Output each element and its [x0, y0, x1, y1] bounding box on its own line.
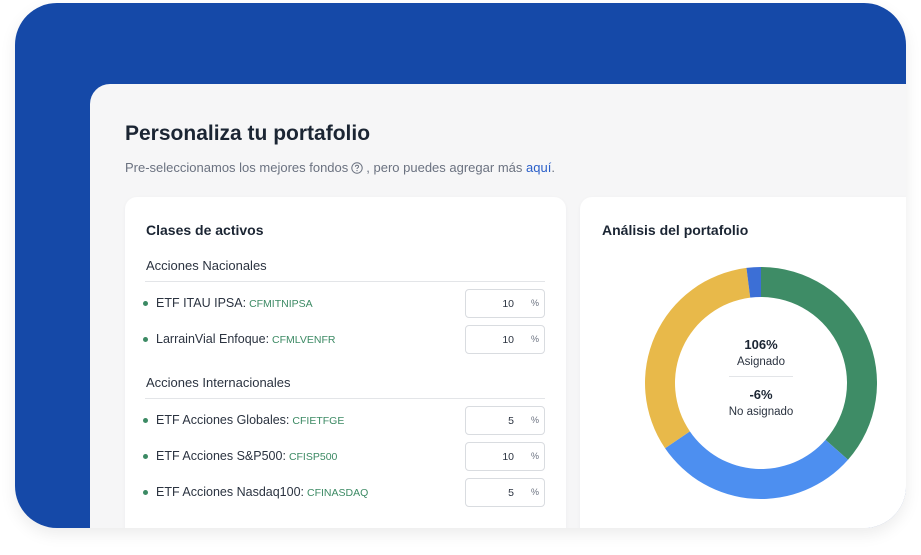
bullet-dot	[143, 454, 148, 459]
percent-unit: %	[530, 451, 539, 461]
percent-field: %	[465, 325, 545, 354]
center-divider	[729, 376, 793, 377]
percent-input[interactable]	[466, 443, 514, 470]
fund-name: LarrainVial Enfoque: CFMLVENFR	[156, 332, 336, 346]
subtitle-text: Pre-seleccionamos los mejores fondos	[125, 160, 349, 175]
percent-input[interactable]	[466, 326, 514, 353]
assigned-label: Asignado	[737, 356, 785, 368]
frame-background: Personaliza tu portafolio Pre-selecciona…	[15, 3, 906, 528]
fund-row-nasdaq100: ETF Acciones Nasdaq100:CFINASDAQ %	[143, 478, 546, 507]
fund-name: ETF Acciones Globales: CFIETFGE	[156, 413, 345, 427]
unassigned-value: -6%	[749, 387, 773, 402]
percent-input[interactable]	[466, 407, 514, 434]
percent-unit: %	[530, 415, 539, 425]
unassigned-label: No asignado	[728, 406, 794, 418]
bullet-dot	[143, 490, 148, 495]
bullet-dot	[143, 337, 148, 342]
fund-name: ETF ITAU IPSA: CFMITNIPSA	[156, 296, 313, 310]
fund-row-itau-ipsa: ETF ITAU IPSA:CFMITNIPSA %	[143, 289, 546, 318]
fund-row-acciones-globales: ETF Acciones Globales:CFIETFGE %	[143, 406, 546, 435]
page-title: Personaliza tu portafolio	[125, 122, 371, 145]
percent-input[interactable]	[466, 479, 514, 506]
percent-unit: %	[530, 298, 539, 308]
percent-field: %	[465, 478, 545, 507]
help-icon[interactable]	[351, 161, 363, 174]
asset-classes-title: Clases de activos	[146, 222, 264, 238]
section-label-nacionales: Acciones Nacionales	[146, 258, 267, 273]
asset-classes-card: Clases de activos Acciones Nacionales ET…	[125, 197, 566, 528]
percent-unit: %	[530, 334, 539, 344]
main-panel: Personaliza tu portafolio Pre-selecciona…	[90, 84, 906, 528]
add-funds-link[interactable]: aquí	[526, 160, 551, 175]
fund-code: CFIETFGE	[292, 415, 345, 427]
section-divider	[145, 398, 545, 399]
subtitle-text-rest: , pero puedes agregar más	[366, 160, 523, 175]
section-divider	[145, 281, 545, 282]
bullet-dot	[143, 418, 148, 423]
allocation-donut: 106% Asignado -6% No asignado	[645, 267, 877, 499]
fund-row-larrainvial: LarrainVial Enfoque:CFMLVENFR %	[143, 325, 546, 354]
assigned-value: 106%	[744, 337, 778, 352]
fund-name: ETF Acciones Nasdaq100: CFINASDAQ	[156, 485, 369, 499]
fund-name: ETF Acciones S&P500: CFISP500	[156, 449, 338, 463]
percent-unit: %	[530, 487, 539, 497]
donut-center: 106% Asignado -6% No asignado	[711, 337, 811, 429]
fund-code: CFINASDAQ	[307, 487, 369, 499]
portfolio-analysis-title: Análisis del portafolio	[602, 222, 749, 238]
fund-code: CFMLVENFR	[272, 334, 336, 346]
portfolio-analysis-card: Análisis del portafolio 106% Asignado -6…	[580, 197, 906, 528]
fund-row-sp500: ETF Acciones S&P500:CFISP500 %	[143, 442, 546, 471]
bullet-dot	[143, 301, 148, 306]
percent-input[interactable]	[466, 290, 514, 317]
donut-segment-1	[665, 431, 849, 499]
fund-code: CFISP500	[288, 451, 338, 463]
subtitle-end: .	[551, 160, 555, 175]
percent-field: %	[465, 442, 545, 471]
section-label-internacionales: Acciones Internacionales	[146, 375, 291, 390]
percent-field: %	[465, 289, 545, 318]
page-subtitle: Pre-seleccionamos los mejores fondos , p…	[125, 160, 555, 175]
percent-field: %	[465, 406, 545, 435]
fund-code: CFMITNIPSA	[249, 298, 313, 310]
